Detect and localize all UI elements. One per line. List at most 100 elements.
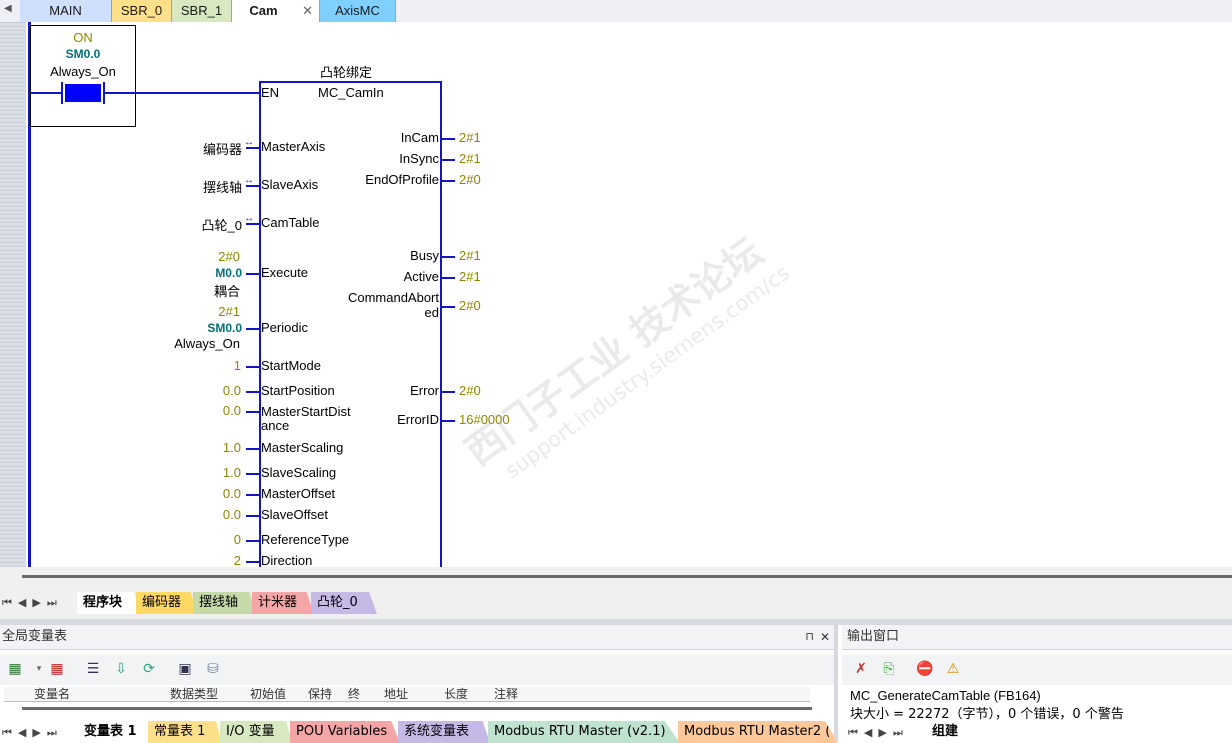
tab-label: AxisMC <box>335 3 380 18</box>
pin-icon[interactable]: ⊓ <box>805 625 814 649</box>
normally-open-contact[interactable] <box>61 82 105 104</box>
tab-axismc[interactable]: AxisMC <box>320 0 396 22</box>
column-header[interactable]: 数据类型 <box>170 687 218 701</box>
input-address[interactable]: SM0.0 <box>146 321 242 335</box>
var-table-tab[interactable]: I/O 变量 <box>220 721 292 743</box>
output-value[interactable]: 2#1 <box>459 151 481 166</box>
input-pin-label: Direction <box>261 553 313 567</box>
camera-icon[interactable]: ▣ <box>176 660 194 678</box>
sheet-tab[interactable]: 凸轮_0 <box>311 592 377 614</box>
output-tab[interactable]: 组建 <box>926 721 978 743</box>
input-address[interactable]: M0.0 <box>146 266 242 280</box>
delete-row-icon[interactable]: ▦ <box>48 660 66 678</box>
output-value[interactable]: 2#0 <box>459 383 481 398</box>
output-value[interactable]: 2#0 <box>459 298 481 313</box>
input-pin-label: SlaveScaling <box>261 465 337 480</box>
input-value[interactable]: 1 <box>146 358 241 373</box>
global-variable-panel: 全局变量表 ⊓ ✕ ▦ ▾ ▦ ☰ ⇩ ⟳ ▣ ⛁ 变量名 数据类型 初始值 保… <box>0 625 838 743</box>
output-value[interactable]: 2#0 <box>459 172 481 187</box>
output-toolbar: ✗ ⎘ ⛔ ⚠ <box>842 655 1232 685</box>
editor-horizontal-scrollbar[interactable] <box>0 567 1232 589</box>
var-table-tab[interactable]: 变量表 1 <box>78 721 150 743</box>
scrollbar-thumb[interactable] <box>22 575 1232 578</box>
input-pin-label-cont: ance <box>261 418 290 433</box>
input-ref-symbol[interactable]: 编码器 <box>146 139 242 158</box>
output-value[interactable]: 2#1 <box>459 269 481 284</box>
sheet-tab[interactable]: 编码器 <box>136 592 198 614</box>
block-comment: 凸轮绑定 <box>320 65 373 80</box>
var-toolbar: ▦ ▾ ▦ ☰ ⇩ ⟳ ▣ ⛁ <box>0 655 834 685</box>
panel-title: 输出窗口 <box>847 629 900 644</box>
output-tab-nav-buttons[interactable]: ⏮◀▶⏭ <box>848 726 909 740</box>
sheet-tab[interactable]: 程序块 <box>77 592 141 614</box>
column-header[interactable]: 终 <box>348 687 360 701</box>
input-pin-wire <box>246 515 259 517</box>
output-value[interactable]: 16#0000 <box>459 412 510 427</box>
input-pin-label: StartMode <box>261 358 321 373</box>
input-pin-label: MasterOffset <box>261 486 336 501</box>
input-pin-wire <box>246 328 259 330</box>
var-table-tab[interactable]: Modbus RTU Master2 (v <box>678 721 838 743</box>
column-header[interactable]: 地址 <box>384 687 408 701</box>
var-table-tab[interactable]: 常量表 1 <box>148 721 222 743</box>
sheet-tab-strip: ⏮◀▶⏭ 程序块 编码器 摆线轴 计米器 凸轮_0 <box>0 589 1232 619</box>
input-value[interactable]: 0.0 <box>146 403 241 418</box>
output-pin-label: Active <box>403 269 439 284</box>
database-icon[interactable]: ⛁ <box>204 660 222 678</box>
input-value[interactable]: 1.0 <box>146 465 241 480</box>
ladder-editor[interactable]: ON SM0.0 Always_On 凸轮绑定 EN MC_CamIn Mast… <box>26 22 1232 567</box>
close-icon[interactable]: ✕ <box>820 625 830 649</box>
tab-sbr1[interactable]: SBR_1 <box>172 0 232 22</box>
error-filter-icon[interactable]: ⛔ <box>916 660 934 678</box>
input-value[interactable]: 0.0 <box>146 486 241 501</box>
var-table-tab[interactable]: Modbus RTU Master (v2.1) <box>488 721 680 743</box>
output-line: 块大小 = 22272（字节），0 个错误，0 个警告 <box>850 707 1124 722</box>
refresh-icon[interactable]: ⟳ <box>140 660 158 678</box>
var-table-tab[interactable]: 系统变量表 <box>398 721 490 743</box>
column-header[interactable]: 长度 <box>444 687 468 701</box>
list-view-icon[interactable]: ☰ <box>84 660 102 678</box>
watermark-line: 西门子工业 技术论坛 <box>457 229 771 474</box>
var-table-scrollbar[interactable] <box>22 707 812 710</box>
input-pin-wire <box>246 366 259 368</box>
panel-title-bar: 全局变量表 ⊓ ✕ <box>0 625 834 650</box>
sheet-tab[interactable]: 计米器 <box>252 592 314 614</box>
column-header[interactable]: 保持 <box>308 687 332 701</box>
input-state: 2#1 <box>218 304 240 319</box>
insert-row-icon[interactable]: ▦ <box>6 660 24 678</box>
var-tab-nav-buttons[interactable]: ⏮◀▶⏭ <box>2 726 63 740</box>
input-value[interactable]: 2 <box>146 553 241 567</box>
tab-main[interactable]: MAIN <box>20 0 112 22</box>
tab-cam[interactable]: Cam ✕ <box>232 0 320 22</box>
input-value[interactable]: 1.0 <box>146 440 241 455</box>
output-line: MC_GenerateCamTable (FB164) <box>850 688 1041 703</box>
input-value[interactable]: 0.0 <box>146 383 241 398</box>
panel-title-bar: 输出窗口 <box>842 625 1232 650</box>
tab-sbr0[interactable]: SBR_0 <box>112 0 172 22</box>
copy-icon[interactable]: ⎘ <box>880 660 898 678</box>
input-pin-wire <box>246 473 259 475</box>
input-ref-symbol[interactable]: 凸轮_0 <box>146 215 242 234</box>
import-icon[interactable]: ⇩ <box>112 660 130 678</box>
close-icon[interactable]: ✕ <box>302 0 313 22</box>
warning-filter-icon[interactable]: ⚠ <box>944 660 962 678</box>
output-pin-wire <box>442 277 455 279</box>
tab-scroll-left-icon[interactable]: ◀ <box>4 3 12 14</box>
sheet-nav-buttons[interactable]: ⏮◀▶⏭ <box>2 596 63 610</box>
clear-icon[interactable]: ✗ <box>852 660 870 678</box>
input-value[interactable]: 0.0 <box>146 507 241 522</box>
var-table-tab[interactable]: POU Variables <box>290 721 400 743</box>
output-pin-wire <box>442 159 455 161</box>
input-pin-label: ReferenceType <box>261 532 350 547</box>
output-pin-label: InCam <box>400 130 439 145</box>
column-header[interactable]: 注释 <box>494 687 518 701</box>
output-value[interactable]: 2#1 <box>459 248 481 263</box>
column-header[interactable]: 变量名 <box>34 687 70 701</box>
output-value[interactable]: 2#1 <box>459 130 481 145</box>
dropdown-arrow-icon[interactable]: ▾ <box>30 660 48 678</box>
input-ref-symbol[interactable]: 摆线轴 <box>146 177 242 196</box>
input-pin-label: SlaveAxis <box>261 177 319 192</box>
input-value[interactable]: 0 <box>146 532 241 547</box>
sheet-tab[interactable]: 摆线轴 <box>193 592 257 614</box>
column-header[interactable]: 初始值 <box>250 687 286 701</box>
